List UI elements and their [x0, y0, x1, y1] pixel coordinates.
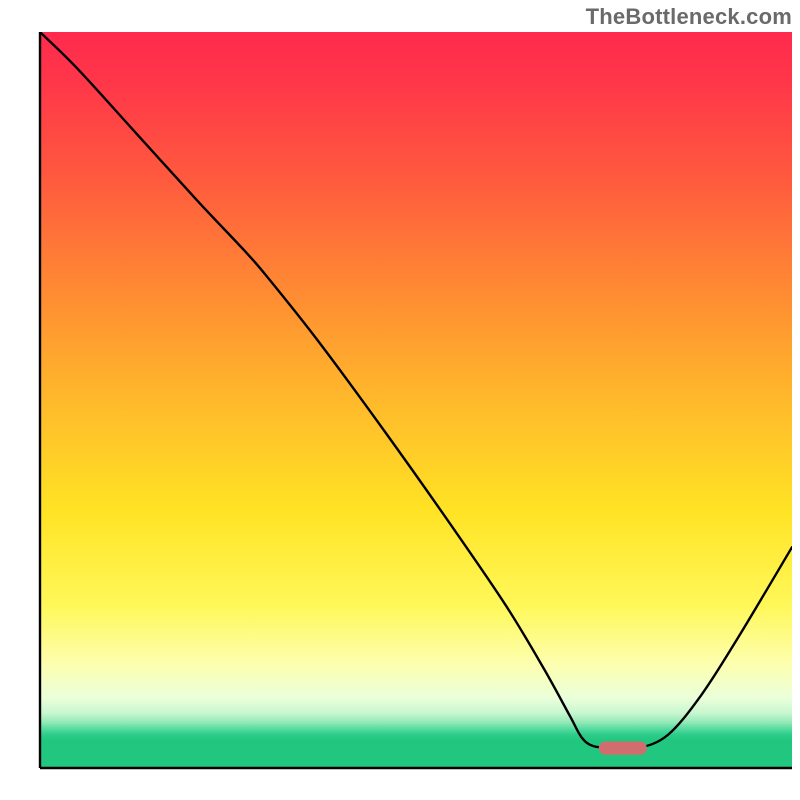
optimal-marker [599, 742, 647, 755]
chart-container: TheBottleneck.com [0, 0, 800, 800]
gradient-background [40, 32, 792, 768]
bottleneck-chart [0, 0, 800, 800]
